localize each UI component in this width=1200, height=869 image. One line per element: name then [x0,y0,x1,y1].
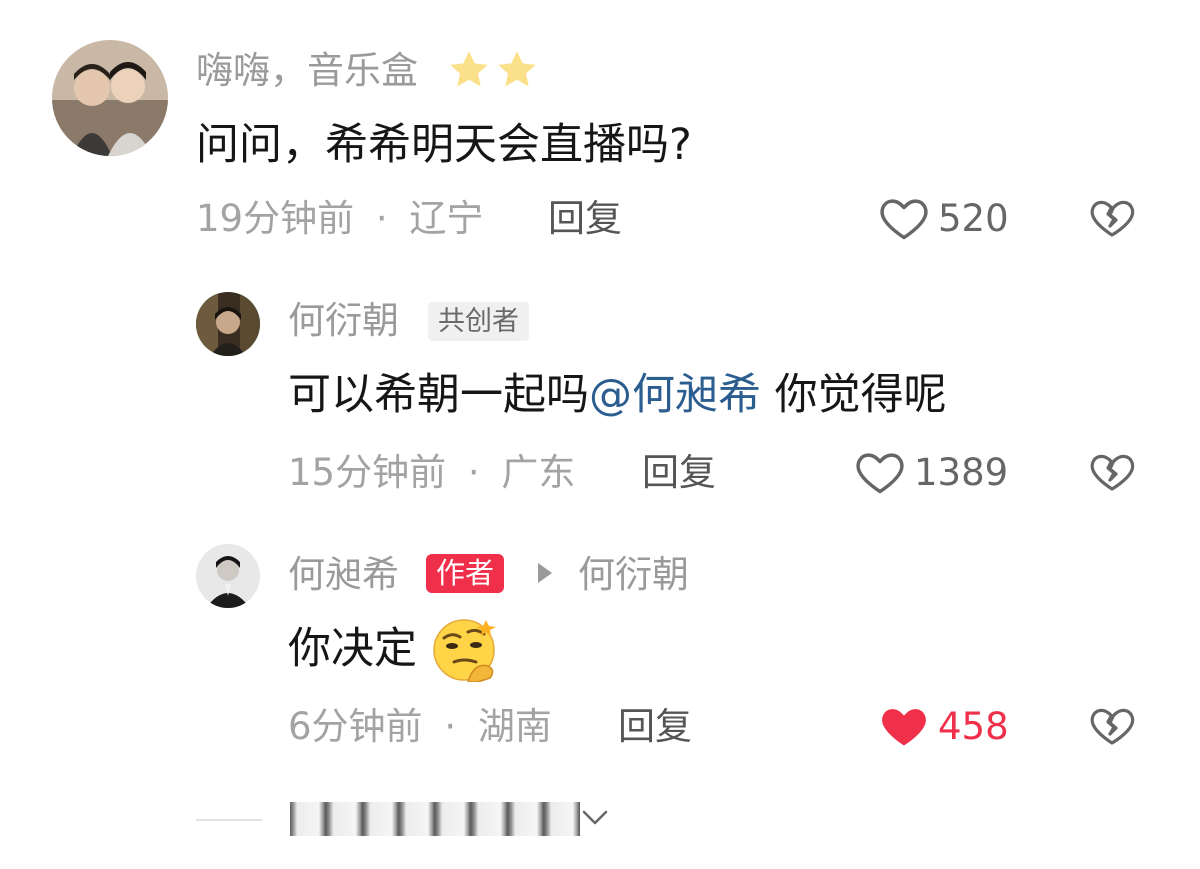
separator: · [375,197,388,240]
location: 广东 [501,451,576,494]
like-count: 520 [938,196,1009,240]
more-replies-toggle[interactable] [290,800,580,838]
comment-text: 你决定 [288,628,417,671]
location: 辽宁 [409,197,484,240]
more-replies-divider [196,819,262,821]
fan-stars [446,48,540,92]
comment-text-tail: 你觉得呢 [761,370,947,420]
dislike-button[interactable] [1086,702,1138,750]
thinking-smirk-emoji [433,619,496,682]
star-icon [498,51,536,87]
like-button[interactable]: 520 [876,192,1009,244]
broken-heart-icon [1090,708,1135,745]
comment-text-body: 你决定 [288,624,417,674]
comment-text-body: 可以希朝一起吗 [288,370,589,420]
author-badge: 作者 [426,554,505,593]
broken-heart-icon [1090,454,1135,491]
like-count: 458 [938,704,1009,748]
heart-filled-icon [882,709,926,746]
like-count: 1389 [914,450,1009,494]
location: 湖南 [477,705,552,748]
like-button[interactable]: 458 [876,700,1009,752]
like-button[interactable]: 1389 [852,446,1008,498]
broken-heart-icon [1090,200,1135,237]
username[interactable]: 何衍朝 [288,302,399,339]
chevron-down-icon[interactable] [580,806,610,830]
separator: · [444,705,457,748]
timestamp: 6分钟前 [288,705,423,748]
username[interactable]: 嗨嗨，音乐盒 [196,52,418,89]
reply-button[interactable]: 回复 [642,454,716,491]
star-icon [450,51,488,87]
comment-text: 可以希朝一起吗@何昶希 你觉得呢 [288,374,947,417]
username[interactable]: 何昶希 [288,556,399,593]
reply-target-username[interactable]: 何衍朝 [578,556,689,593]
heart-outline-icon [880,199,928,240]
reply-button[interactable]: 回复 [618,708,692,745]
heart-outline-icon [856,453,904,494]
avatar[interactable] [196,292,260,356]
comment-meta: 15分钟前 · 广东 [288,454,575,491]
timestamp: 15分钟前 [288,451,447,494]
comment-text: 问问，希希明天会直播吗? [196,120,692,170]
cocreator-badge: 共创者 [428,302,529,341]
mention-link[interactable]: @何昶希 [589,370,761,420]
avatar[interactable] [196,544,260,608]
dislike-button[interactable] [1086,194,1138,242]
avatar[interactable] [52,40,168,156]
separator: · [467,451,480,494]
comment-meta: 6分钟前 · 湖南 [288,708,552,745]
dislike-button[interactable] [1086,448,1138,496]
reply-arrow-icon [538,563,552,583]
comment-meta: 19分钟前 · 辽宁 [196,200,483,237]
comment-thread: 嗨嗨，音乐盒 问问，希希明天会直播吗? 19分钟前 · 辽宁 回复 520 何衍… [0,0,1200,869]
timestamp: 19分钟前 [196,197,355,240]
reply-button[interactable]: 回复 [548,200,622,237]
